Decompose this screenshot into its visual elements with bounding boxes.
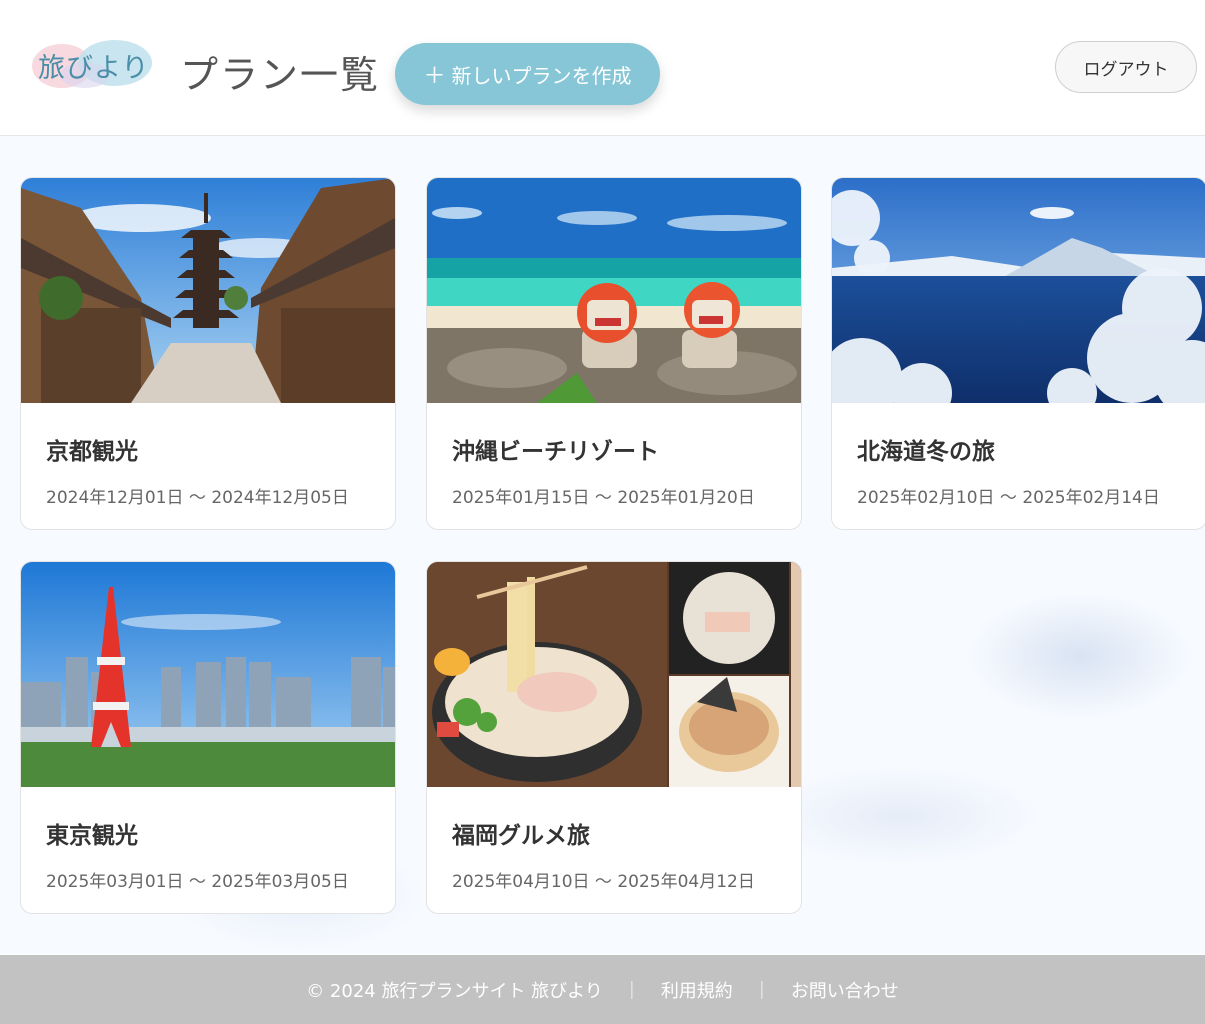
fukuoka-ramen-collage-photo bbox=[427, 562, 801, 787]
plan-image-hokkaido bbox=[832, 178, 1205, 403]
page-title: プラン一覧 bbox=[180, 53, 381, 97]
site-footer: © 2024 旅行プランサイト 旅びより ｜ 利用規約 ｜ お問い合わせ bbox=[0, 955, 1205, 1024]
plan-image-kyoto bbox=[21, 178, 395, 403]
plan-image-fukuoka bbox=[427, 562, 801, 787]
new-plan-label: 新しいプランを作成 bbox=[451, 63, 632, 88]
site-header: 旅びより プラン一覧 ＋ 新しいプランを作成 ログアウト bbox=[0, 0, 1205, 136]
plan-card[interactable]: 東京観光 2025年03月01日 〜 2025年03月05日 bbox=[20, 561, 396, 914]
plan-list: 京都観光 2024年12月01日 〜 2024年12月05日 沖縄ビーチリゾート… bbox=[0, 136, 1205, 954]
hokkaido-winter-lake-photo bbox=[832, 178, 1205, 403]
plan-card[interactable]: 福岡グルメ旅 2025年04月10日 〜 2025年04月12日 bbox=[426, 561, 802, 914]
plan-dates: 2025年02月10日 〜 2025年02月14日 bbox=[857, 488, 1160, 508]
contact-link[interactable]: お問い合わせ bbox=[791, 977, 899, 1003]
plan-title: 東京観光 bbox=[46, 823, 138, 849]
logo-text: 旅びより bbox=[38, 53, 150, 84]
plan-dates: 2024年12月01日 〜 2024年12月05日 bbox=[46, 488, 349, 508]
terms-link[interactable]: 利用規約 bbox=[661, 977, 733, 1003]
plus-icon: ＋ bbox=[423, 64, 446, 89]
plan-title: 沖縄ビーチリゾート bbox=[452, 439, 659, 465]
plan-dates: 2025年04月10日 〜 2025年04月12日 bbox=[452, 872, 755, 892]
plan-title: 京都観光 bbox=[46, 439, 138, 465]
okinawa-shisa-beach-photo bbox=[427, 178, 801, 403]
logout-button[interactable]: ログアウト bbox=[1055, 41, 1197, 93]
footer-separator: ｜ bbox=[752, 980, 771, 1002]
plan-card[interactable]: 京都観光 2024年12月01日 〜 2024年12月05日 bbox=[20, 177, 396, 530]
footer-copyright: © 2024 旅行プランサイト 旅びより bbox=[306, 980, 603, 1002]
plan-image-okinawa bbox=[427, 178, 801, 403]
footer-separator: ｜ bbox=[622, 980, 641, 1002]
plan-image-tokyo bbox=[21, 562, 395, 787]
new-plan-button[interactable]: ＋ 新しいプランを作成 bbox=[395, 43, 660, 105]
plan-dates: 2025年03月01日 〜 2025年03月05日 bbox=[46, 872, 349, 892]
tokyo-tower-skyline-photo bbox=[21, 562, 395, 787]
plan-title: 福岡グルメ旅 bbox=[452, 823, 590, 849]
site-logo[interactable]: 旅びより bbox=[30, 38, 155, 90]
plan-card[interactable]: 沖縄ビーチリゾート 2025年01月15日 〜 2025年01月20日 bbox=[426, 177, 802, 530]
kyoto-pagoda-street-photo bbox=[21, 178, 395, 403]
plan-card[interactable]: 北海道冬の旅 2025年02月10日 〜 2025年02月14日 bbox=[831, 177, 1205, 530]
plan-dates: 2025年01月15日 〜 2025年01月20日 bbox=[452, 488, 755, 508]
plan-title: 北海道冬の旅 bbox=[857, 439, 995, 465]
